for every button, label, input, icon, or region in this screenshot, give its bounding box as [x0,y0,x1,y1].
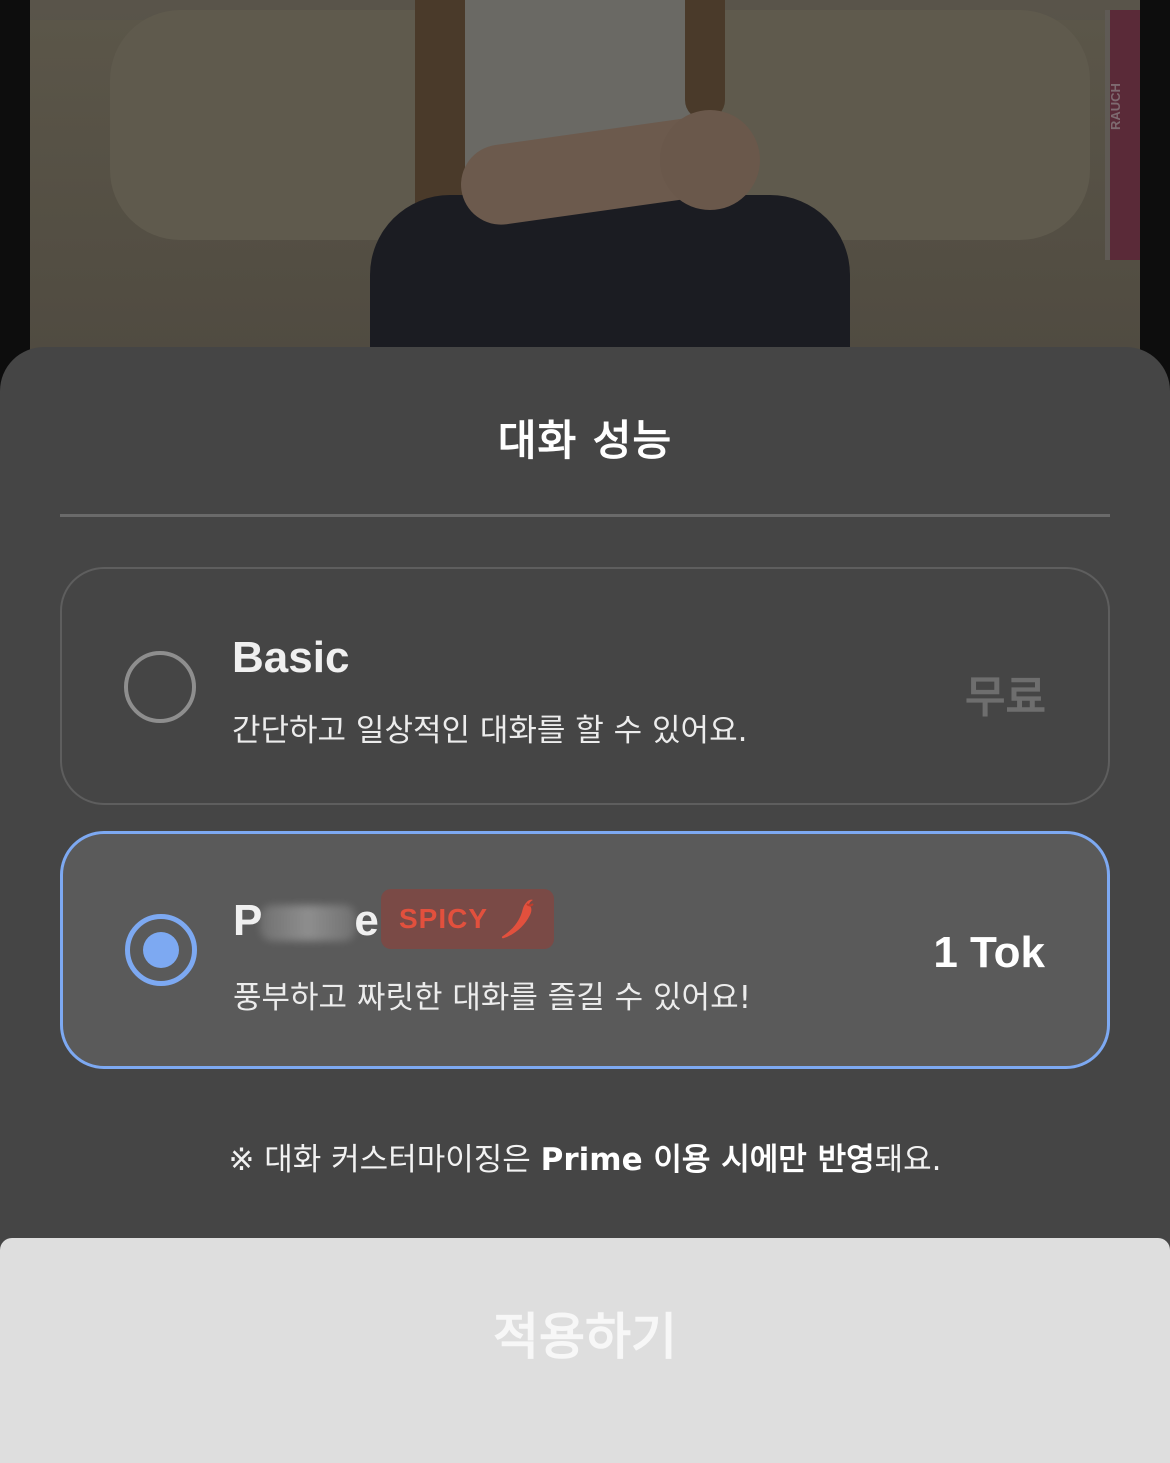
photo-hair-right [685,0,725,120]
option-prime-description: 풍부하고 짜릿한 대화를 즐길 수 있어요! [233,980,752,1016]
name-blur-mask [260,905,357,942]
photo-book [1105,10,1140,260]
option-basic[interactable]: Basic 간단하고 일상적인 대화를 할 수 있어요. 무료 [60,567,1110,805]
photo-book-label: RAUCH [1108,83,1123,130]
option-basic-description: 간단하고 일상적인 대화를 할 수 있어요. [232,713,748,749]
notice-suffix: 돼요. [874,1142,942,1178]
apply-bar: 적용하기 [0,1238,1170,1463]
option-prime-price: 1 Tok [933,928,1045,977]
title-divider [60,514,1110,517]
spicy-badge: SPICY [381,889,555,949]
radio-prime[interactable] [125,914,197,986]
option-prime-name-end: e [354,896,379,945]
radio-selected-dot [143,932,179,968]
apply-button[interactable]: 적용하기 [0,1238,1170,1428]
screen: RAUCH 대화 성능 Basic 간단하고 일상적인 대화를 할 수 있어요.… [0,0,1170,1463]
radio-basic[interactable] [124,651,196,723]
option-basic-name: Basic [232,633,350,682]
customizing-notice: ※ 대화 커스터마이징은 Prime 이용 시에만 반영돼요. [0,1134,1170,1179]
option-prime[interactable]: Pe SPICY 풍부하고 짜릿한 대화를 즐길 수 있어요! 1 Tok [60,831,1110,1069]
notice-bold: Prime 이용 시에만 반영 [540,1142,875,1178]
notice-prefix: ※ 대화 커스터마이징은 [228,1142,541,1178]
option-prime-name-start: P [233,896,263,945]
spicy-badge-label: SPICY [399,903,489,934]
chili-pepper-icon [501,899,534,939]
option-basic-price: 무료 [965,672,1046,723]
sheet-title: 대화 성능 [497,416,673,465]
photo-hand [660,110,760,210]
background-photo: RAUCH [30,0,1140,380]
option-prime-name: Pe [233,896,379,946]
